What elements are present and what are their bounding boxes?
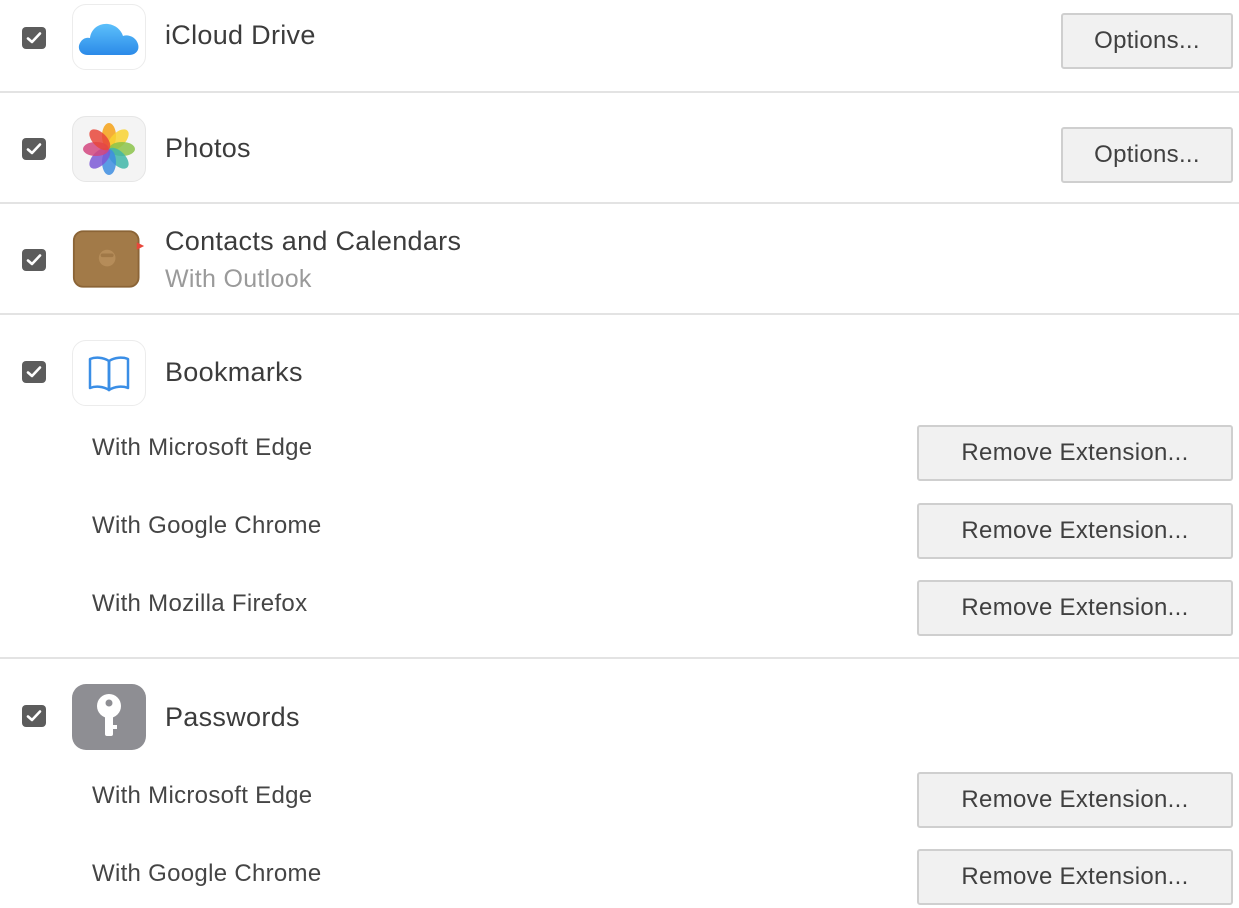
- bookmarks-edge-remove-extension-button[interactable]: Remove Extension...: [917, 425, 1233, 481]
- passwords-edge-label: With Microsoft Edge: [92, 782, 313, 809]
- bookmarks-chrome-remove-extension-button[interactable]: Remove Extension...: [917, 503, 1233, 559]
- icloud-drive-checkbox[interactable]: [22, 27, 46, 49]
- contacts-calendars-icon: [72, 226, 146, 292]
- contacts-calendars-checkbox[interactable]: [22, 249, 46, 271]
- service-sublabel-contacts-calendars: With Outlook: [165, 265, 312, 293]
- checkmark-icon: [26, 143, 42, 155]
- divider: [0, 202, 1239, 204]
- checkmark-icon: [26, 32, 42, 44]
- passwords-chrome-label: With Google Chrome: [92, 860, 322, 887]
- checkmark-icon: [26, 710, 42, 722]
- book-icon: [72, 340, 146, 406]
- bookmarks-firefox-label: With Mozilla Firefox: [92, 590, 308, 617]
- checkmark-icon: [26, 366, 42, 378]
- cloud-icon: [72, 4, 146, 70]
- divider: [0, 657, 1239, 659]
- bookmarks-firefox-remove-extension-button[interactable]: Remove Extension...: [917, 580, 1233, 636]
- service-label-photos: Photos: [165, 133, 251, 163]
- passwords-chrome-remove-extension-button[interactable]: Remove Extension...: [917, 849, 1233, 905]
- bookmarks-chrome-label: With Google Chrome: [92, 512, 322, 539]
- service-label-passwords: Passwords: [165, 702, 300, 732]
- bookmarks-edge-label: With Microsoft Edge: [92, 434, 313, 461]
- service-label-icloud-drive: iCloud Drive: [165, 20, 316, 50]
- bookmarks-checkbox[interactable]: [22, 361, 46, 383]
- checkmark-icon: [26, 254, 42, 266]
- divider: [0, 313, 1239, 315]
- photos-options-button[interactable]: Options...: [1061, 127, 1233, 183]
- service-label-contacts-calendars: Contacts and Calendars: [165, 226, 462, 256]
- passwords-checkbox[interactable]: [22, 705, 46, 727]
- icloud-drive-options-button[interactable]: Options...: [1061, 13, 1233, 69]
- photos-checkbox[interactable]: [22, 138, 46, 160]
- divider: [0, 91, 1239, 93]
- service-label-bookmarks: Bookmarks: [165, 357, 303, 387]
- passwords-edge-remove-extension-button[interactable]: Remove Extension...: [917, 772, 1233, 828]
- key-icon: [72, 684, 146, 750]
- photos-icon: [72, 116, 146, 182]
